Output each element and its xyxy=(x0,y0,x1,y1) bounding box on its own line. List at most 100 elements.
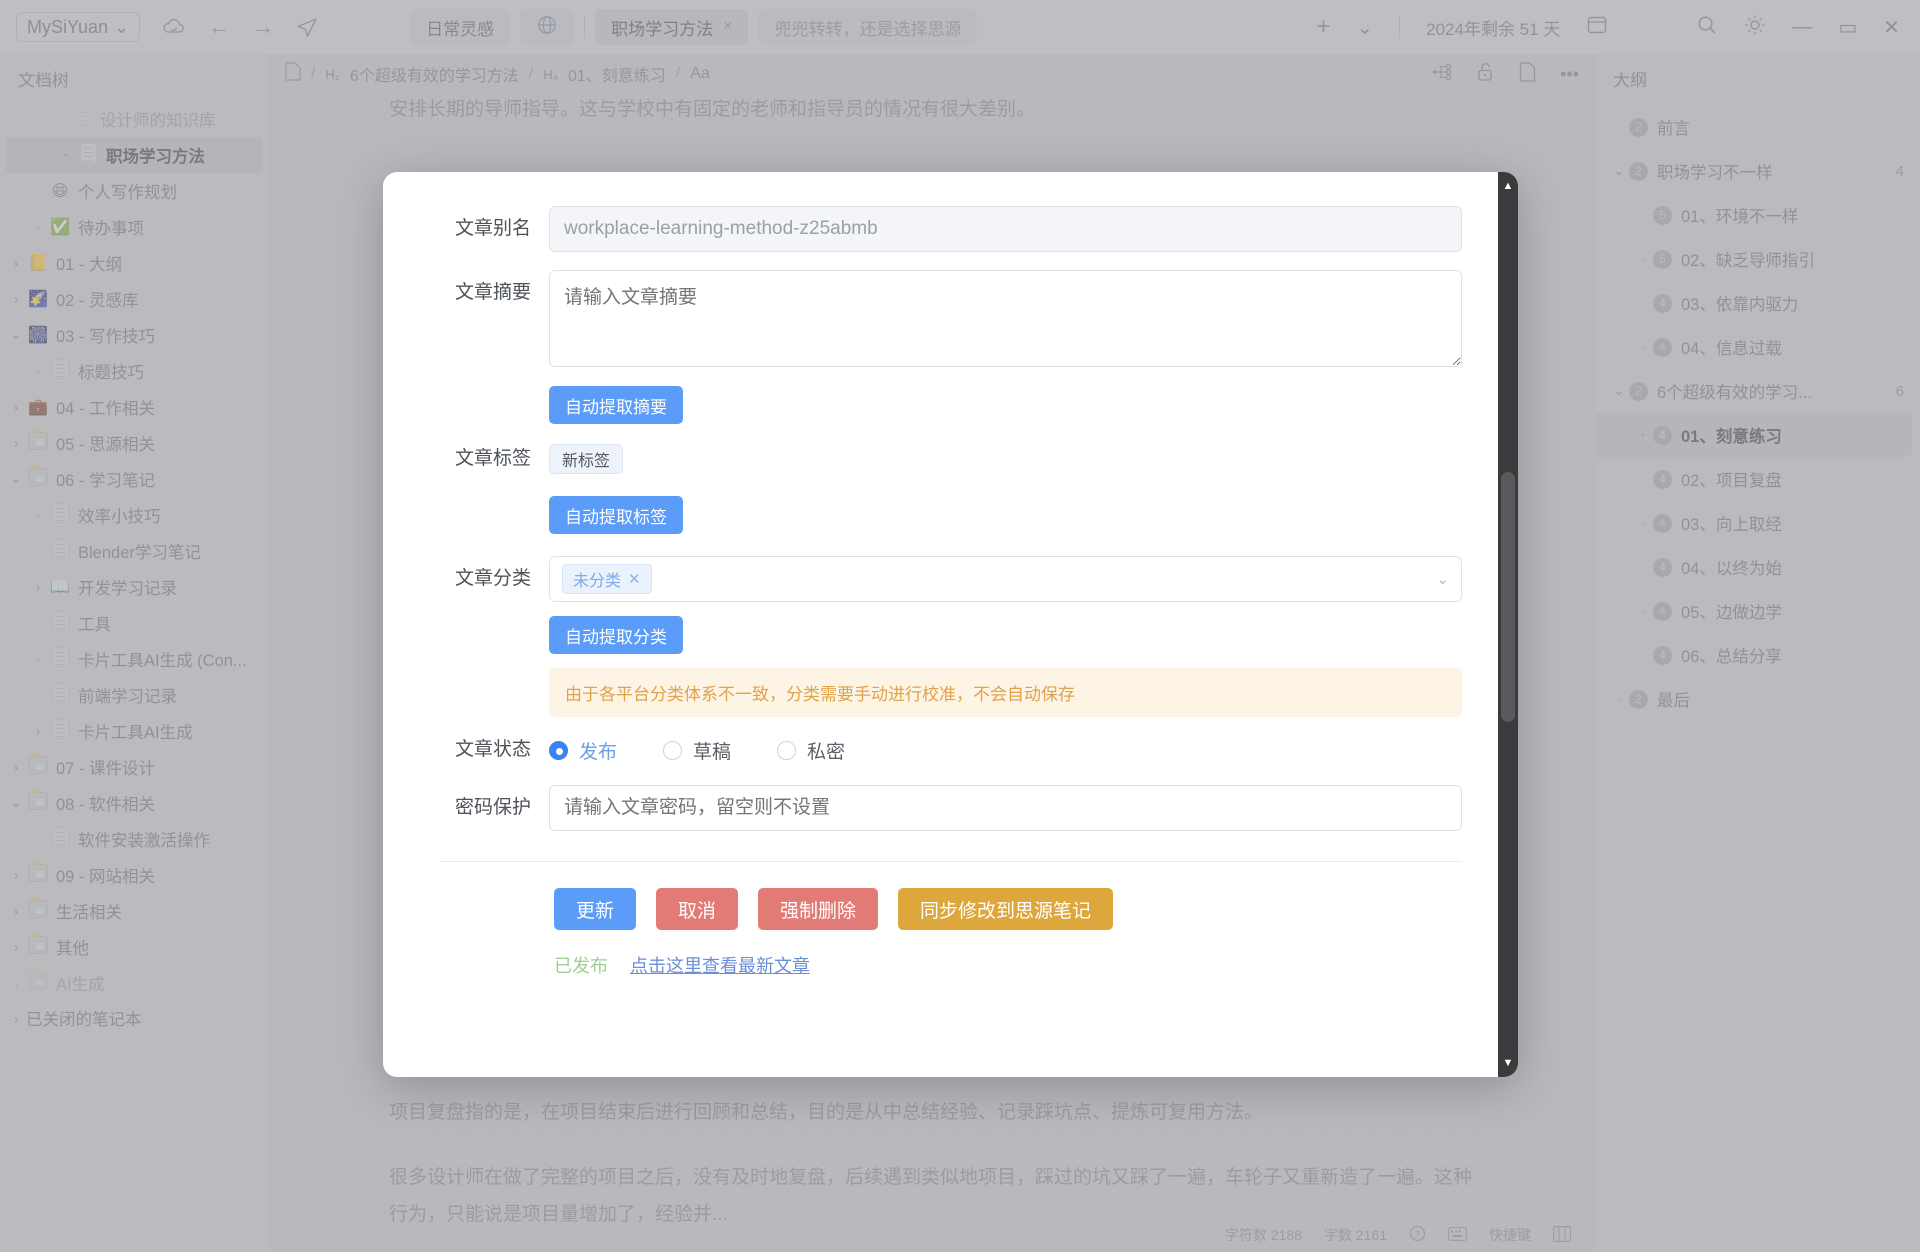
forward-arrow-icon[interactable]: → xyxy=(252,16,274,38)
tree-item[interactable]: › 09 - 网站相关 xyxy=(0,857,269,893)
tree-item[interactable]: ⌄ 🎆 03 - 写作技巧 xyxy=(0,317,269,353)
tree-item[interactable]: · 标题技巧 xyxy=(0,353,269,389)
editor-paragraph-top[interactable]: 安排长期的导师指导。这与学校中有固定的老师和指导员的情况有很大差别。 xyxy=(269,94,1595,121)
dialog-button-blue[interactable]: 更新 xyxy=(554,888,637,930)
chevron-down-icon[interactable]: ⌄ xyxy=(1436,570,1449,588)
status-radio-私密[interactable]: 私密 xyxy=(777,737,845,764)
view-latest-article-link[interactable]: 点击这里查看最新文章 xyxy=(630,952,810,978)
layout-icon[interactable] xyxy=(1586,14,1608,41)
radio-indicator[interactable] xyxy=(663,740,683,760)
bullet-icon[interactable]: · xyxy=(1633,647,1653,664)
bullet-icon[interactable]: · xyxy=(28,183,48,200)
dialog-button-red[interactable]: 取消 xyxy=(656,888,739,930)
search-icon[interactable] xyxy=(1696,14,1718,41)
unlock-icon[interactable] xyxy=(1476,62,1495,87)
bullet-icon[interactable]: · xyxy=(1633,603,1653,620)
outline-item[interactable]: · 2 前言 xyxy=(1595,105,1920,149)
radio-indicator[interactable] xyxy=(549,740,568,760)
dialog-button-red[interactable]: 强制删除 xyxy=(758,888,879,930)
outline-item[interactable]: · 5 02、缺乏导师指引 xyxy=(1595,237,1920,281)
bullet-icon[interactable]: · xyxy=(1633,339,1653,356)
tree-item[interactable]: › 生活相关 xyxy=(0,893,269,929)
breadcrumb-label-0[interactable]: 6个超级有效的学习方法 xyxy=(350,62,519,86)
outline-item[interactable]: · 4 02、项目复盘 xyxy=(1595,457,1920,501)
tree-item[interactable]: · 设计师的知识库 xyxy=(0,101,269,137)
tab-daily-inspiration[interactable]: 日常灵感 xyxy=(410,9,511,45)
bullet-icon[interactable]: · xyxy=(1633,207,1653,224)
outline-item[interactable]: · 2 最后 xyxy=(1595,677,1920,721)
status-radio-草稿[interactable]: 草稿 xyxy=(663,737,731,764)
outline-item[interactable]: · 4 01、刻意练习 xyxy=(1595,413,1912,457)
send-icon[interactable] xyxy=(296,17,318,37)
tree-item[interactable]: › 05 - 思源相关 xyxy=(0,425,269,461)
radio-indicator[interactable] xyxy=(777,740,797,760)
slug-input[interactable] xyxy=(549,206,1462,252)
tree-item[interactable]: · 软件安装激活操作 xyxy=(0,821,269,857)
chevron-right-icon[interactable]: › xyxy=(28,724,48,739)
chevron-right-icon[interactable]: › xyxy=(6,400,26,415)
closed-notebooks-row[interactable]: › 已关闭的笔记本 xyxy=(0,1001,269,1035)
tree-item[interactable]: ⌄ 06 - 学习笔记 xyxy=(0,461,269,497)
chevron-right-icon[interactable]: › xyxy=(6,760,26,775)
category-select[interactable]: 未分类 ✕ ⌄ xyxy=(549,556,1462,602)
workspace-selector[interactable]: MySiYuan ⌄ xyxy=(16,12,141,42)
tree-item[interactable]: › 07 - 课件设计 xyxy=(0,749,269,785)
tree-item[interactable]: · ✅ 待办事项 xyxy=(0,209,269,245)
dialog-scrollbar[interactable]: ▲ ▼ xyxy=(1498,172,1518,1077)
bullet-icon[interactable]: · xyxy=(28,651,48,668)
back-arrow-icon[interactable]: ← xyxy=(208,16,230,38)
tree-item[interactable]: · 效率小技巧 xyxy=(0,497,269,533)
sun-icon[interactable] xyxy=(1744,14,1766,41)
tree-item[interactable]: › 🌠 02 - 灵感库 xyxy=(0,281,269,317)
outline-item[interactable]: · 5 01、环境不一样 xyxy=(1595,193,1920,237)
tree-item[interactable]: · Blender学习笔记 xyxy=(0,533,269,569)
tree-item[interactable]: › AI生成 xyxy=(0,965,269,1001)
chevron-down-icon[interactable]: ⌄ xyxy=(1609,383,1629,399)
tab-globe[interactable] xyxy=(520,9,575,45)
bullet-icon[interactable]: · xyxy=(28,507,48,524)
chevron-down-icon[interactable]: ⌄ xyxy=(6,471,26,487)
breadcrumb-label-1[interactable]: 01、刻意练习 xyxy=(568,62,666,86)
close-window-button[interactable]: ✕ xyxy=(1883,15,1900,40)
auto-extract-summary-button[interactable]: 自动提取摘要 xyxy=(549,386,683,424)
category-chip[interactable]: 未分类 ✕ xyxy=(562,564,652,594)
summary-textarea[interactable] xyxy=(549,270,1462,367)
scroll-up-icon[interactable]: ▲ xyxy=(1503,180,1514,192)
chevron-down-icon[interactable]: ⌄ xyxy=(1609,163,1629,179)
outline-item[interactable]: · 4 04、信息过载 xyxy=(1595,325,1920,369)
document-icon[interactable] xyxy=(285,62,301,86)
outline-item[interactable]: · 4 05、边做边学 xyxy=(1595,589,1920,633)
status-radio-发布[interactable]: 发布 xyxy=(549,737,617,764)
chevron-right-icon[interactable]: › xyxy=(6,256,26,271)
outline-item[interactable]: · 4 03、向上取经 xyxy=(1595,501,1920,545)
tab-workplace-learning-method[interactable]: 职场学习方法 × xyxy=(595,9,749,45)
tree-item[interactable]: › 📒 01 - 大纲 xyxy=(0,245,269,281)
chevron-right-icon[interactable]: › xyxy=(6,436,26,451)
grid-icon[interactable] xyxy=(1553,1225,1571,1245)
tab-menu-button[interactable]: ⌄ xyxy=(1356,15,1373,40)
graph-icon[interactable] xyxy=(1432,63,1452,86)
bullet-icon[interactable]: · xyxy=(50,111,70,128)
bullet-icon[interactable]: · xyxy=(28,831,48,848)
editor-paragraph-1[interactable]: 项目复盘指的是，在项目结束后进行回顾和总结，目的是从中总结经验、记录踩坑点、提炼… xyxy=(389,1094,1475,1131)
chevron-right-icon[interactable]: › xyxy=(6,976,26,991)
bullet-icon[interactable]: · xyxy=(28,363,48,380)
bullet-icon[interactable]: · xyxy=(1633,295,1653,312)
bullet-icon[interactable]: · xyxy=(28,615,48,632)
bullet-icon[interactable]: · xyxy=(1633,471,1653,488)
chevron-right-icon[interactable]: › xyxy=(6,868,26,883)
close-icon[interactable]: ✕ xyxy=(628,570,641,588)
tab-choose-siyuan[interactable]: 兜兜转转，还是选择思源 xyxy=(758,9,978,45)
tree-item[interactable]: · 前端学习记录 xyxy=(0,677,269,713)
chevron-right-icon[interactable]: › xyxy=(28,580,48,595)
tree-item[interactable]: · 工具 xyxy=(0,605,269,641)
tree-item[interactable]: › 📖 开发学习记录 xyxy=(0,569,269,605)
more-icon[interactable]: ••• xyxy=(1560,64,1579,85)
auto-extract-category-button[interactable]: 自动提取分类 xyxy=(549,616,683,654)
chevron-right-icon[interactable]: › xyxy=(6,292,26,307)
cloud-sync-icon[interactable] xyxy=(162,18,186,36)
scrollbar-thumb[interactable] xyxy=(1501,472,1515,722)
scroll-down-icon[interactable]: ▼ xyxy=(1503,1057,1514,1069)
bullet-icon[interactable]: · xyxy=(1633,559,1653,576)
outline-item[interactable]: · 4 04、以终为始 xyxy=(1595,545,1920,589)
